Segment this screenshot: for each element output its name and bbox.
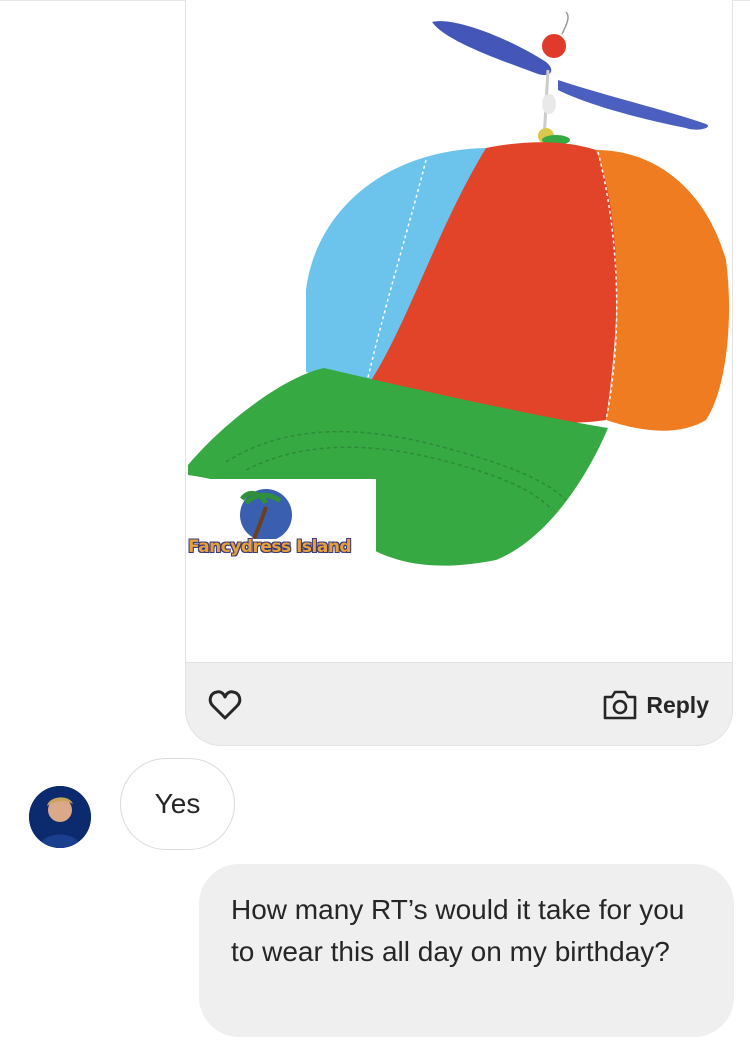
reply-label: Reply xyxy=(646,691,709,718)
message-text: How many RT’s would it take for you to w… xyxy=(231,894,685,967)
shared-photo-message[interactable]: Fancydress Island Reply xyxy=(185,0,733,746)
watermark-logo: Fancydress Island xyxy=(188,479,376,561)
camera-icon xyxy=(604,690,637,720)
sent-message-bubble[interactable]: How many RT’s would it take for you to w… xyxy=(199,864,734,1037)
avatar-photo xyxy=(29,786,91,848)
reply-button[interactable]: Reply xyxy=(602,687,709,723)
heart-icon xyxy=(208,690,242,720)
shared-photo-actions: Reply xyxy=(185,663,733,746)
watermark-text: Fancydress Island xyxy=(188,537,352,557)
like-button[interactable] xyxy=(205,685,245,725)
propeller-cap-image xyxy=(188,11,730,566)
shared-photo[interactable]: Fancydress Island xyxy=(186,0,732,663)
received-message-bubble[interactable]: Yes xyxy=(120,758,235,850)
avatar[interactable] xyxy=(29,786,91,848)
message-text: Yes xyxy=(154,788,201,819)
